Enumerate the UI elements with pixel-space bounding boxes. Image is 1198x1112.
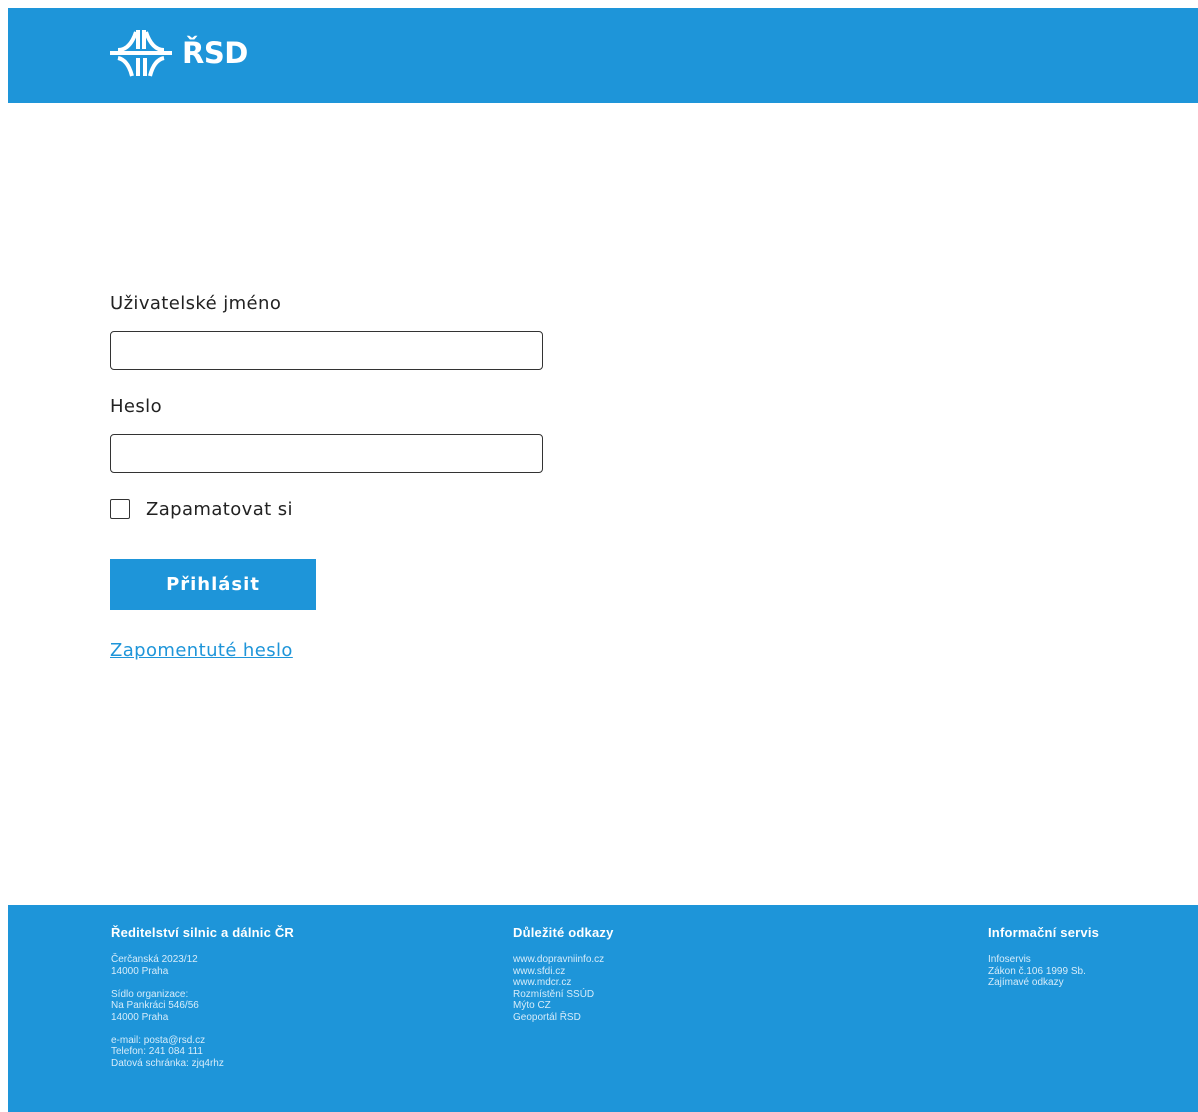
top-strip [0,0,1198,8]
footer-links-title: Důležité odkazy [513,925,614,940]
footer-info-title: Informační servis [988,925,1100,940]
login-button[interactable]: Přihlásit [110,559,316,610]
footer-link[interactable]: Rozmístění SSÚD [513,989,614,1001]
highway-interchange-icon [108,28,174,78]
logo-text: ŘSD [182,36,248,70]
site-footer: Ředitelství silnic a dálnic ČR Čerčanská… [8,905,1198,1112]
password-input[interactable] [110,434,543,473]
password-label: Heslo [110,396,163,417]
login-form: Uživatelské jméno Heslo Zapamatovat si P… [110,293,550,661]
footer-column-contact: Ředitelství silnic a dálnic ČR Čerčanská… [111,925,294,1069]
footer-link[interactable]: Zákon č.106 1999 Sb. [988,966,1099,978]
footer-link[interactable]: Zajímavé odkazy [988,977,1099,989]
site-header: ŘSD [8,8,1198,103]
username-input[interactable] [110,331,543,370]
username-label: Uživatelské jméno [110,293,282,314]
footer-contact-title: Ředitelství silnic a dálnic ČR [111,925,294,940]
footer-link[interactable]: Mýto CZ [513,1000,614,1012]
footer-column-info: Informační servis Infoservis Zákon č.106… [988,925,1099,989]
footer-link[interactable]: Infoservis [988,954,1099,966]
footer-seat-line: Na Pankráci 546/56 [111,1000,199,1011]
forgot-password-link[interactable]: Zapomentuté heslo [110,640,293,661]
footer-phone: Telefon: 241 084 111 [111,1046,203,1057]
footer-seat-label: Sídlo organizace: [111,988,189,1000]
footer-link[interactable]: www.sfdi.cz [513,966,614,978]
remember-me-label[interactable]: Zapamatovat si [146,499,293,520]
footer-email[interactable]: e-mail: posta@rsd.cz [111,1035,294,1047]
rsd-logo[interactable]: ŘSD [108,28,248,78]
remember-me-checkbox[interactable] [110,499,130,519]
footer-seat-line: 14000 Praha [111,1011,169,1023]
remember-me-row: Zapamatovat si [110,496,550,522]
footer-column-links: Důležité odkazy www.dopravniinfo.cz www.… [513,925,614,1023]
footer-address-line: Čerčanská 2023/12 [111,954,198,965]
footer-databox: Datová schránka: zjq4rhz [111,1057,224,1069]
footer-link[interactable]: www.mdcr.cz [513,977,614,989]
page: ŘSD Uživatelské jméno Heslo Zapamatovat … [0,0,1198,1112]
footer-link[interactable]: www.dopravniinfo.cz [513,954,614,966]
footer-address-line: 14000 Praha [111,965,169,977]
footer-link[interactable]: Geoportál ŘSD [513,1012,614,1024]
